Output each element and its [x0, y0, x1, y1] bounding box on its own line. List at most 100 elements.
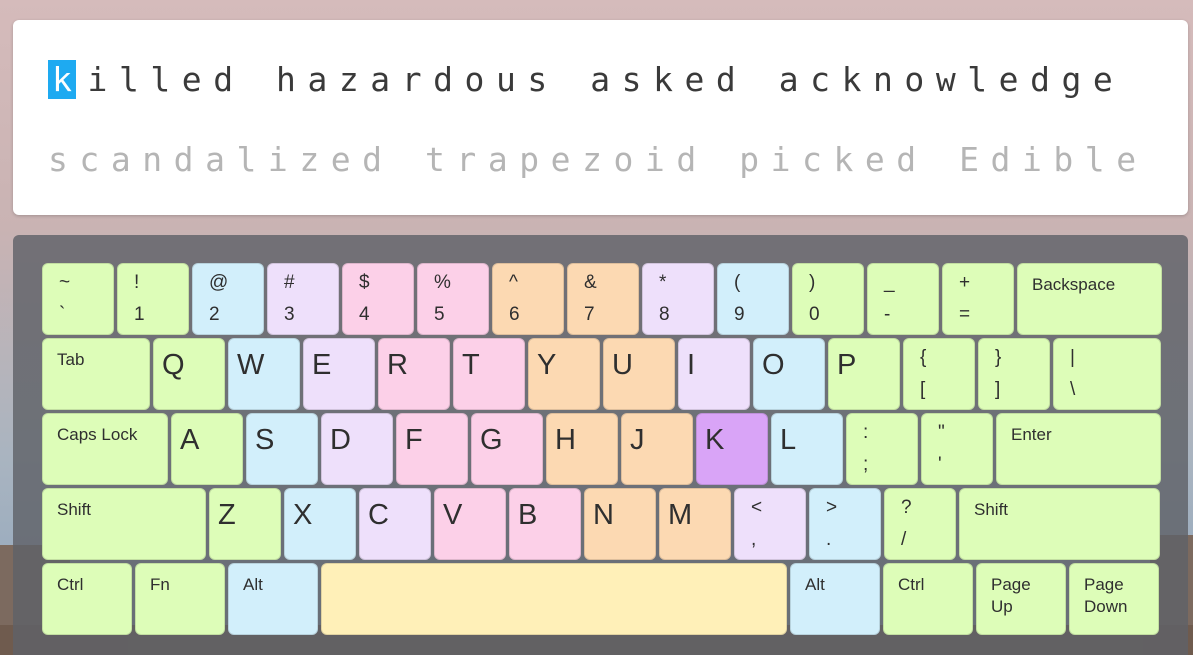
key-label: Backspace — [1032, 275, 1116, 294]
key-k-active[interactable]: K — [696, 413, 768, 485]
key-9[interactable]: (9 — [717, 263, 789, 335]
key-symbol-8[interactable]: <, — [734, 488, 806, 560]
key-shift-symbol: < — [751, 497, 763, 518]
key-base-symbol: 4 — [359, 304, 370, 325]
key-p[interactable]: P — [828, 338, 900, 410]
key-d[interactable]: D — [321, 413, 393, 485]
key-letter: P — [837, 349, 857, 381]
key-label: Alt — [805, 575, 825, 594]
key-shift-symbol: # — [284, 272, 295, 293]
key-1[interactable]: ! 1 — [117, 263, 189, 335]
key-shift[interactable]: Shift — [959, 488, 1160, 560]
key-r[interactable]: R — [378, 338, 450, 410]
key-shift-symbol: { — [920, 347, 927, 368]
typing-text-panel: k illed hazardous asked acknowledge scand… — [13, 20, 1188, 215]
key-shift-symbol: ^ — [509, 272, 518, 293]
key-v[interactable]: V — [434, 488, 506, 560]
key-symbol-11[interactable]: {[ — [903, 338, 975, 410]
key-x[interactable]: X — [284, 488, 356, 560]
key-j[interactable]: J — [621, 413, 693, 485]
key-letter: K — [705, 424, 725, 456]
key-z[interactable]: Z — [209, 488, 281, 560]
key-3[interactable]: #3 — [267, 263, 339, 335]
key-5[interactable]: % 5 — [417, 263, 489, 335]
key-8[interactable]: * 8 — [642, 263, 714, 335]
key-page-down[interactable]: Page Down — [1069, 563, 1159, 635]
key-0[interactable]: ) 0 — [792, 263, 864, 335]
keyboard-row-numbers: ~ `! 1 @2 #3 $4% 5 ^ 6 & 7 * 8(9) 0 _ - + = Backspace — [42, 263, 1162, 335]
key-c[interactable]: C — [359, 488, 431, 560]
key-base-symbol: = — [959, 304, 971, 325]
key-base-symbol: 9 — [734, 304, 745, 325]
key-shift-symbol: " — [938, 422, 945, 443]
key-letter: V — [443, 499, 463, 531]
key-letter: W — [237, 349, 265, 381]
keyboard-row-home: Caps Lock A S D F G H J K L:; " ' Enter — [42, 413, 1161, 485]
key-f[interactable]: F — [396, 413, 468, 485]
key-letter: D — [330, 424, 351, 456]
key-symbol-12[interactable]: + = — [942, 263, 1014, 335]
key-a[interactable]: A — [171, 413, 243, 485]
key-base-symbol: [ — [920, 379, 926, 400]
key-caps-lock[interactable]: Caps Lock — [42, 413, 168, 485]
key-letter: M — [668, 499, 693, 531]
virtual-keyboard: ~ `! 1 @2 #3 $4% 5 ^ 6 & 7 * 8(9) 0 _ - + = Backspace Tab Q… — [13, 235, 1188, 655]
key-l[interactable]: L — [771, 413, 843, 485]
keyboard-row-modifiers: Ctrl Fn Alt Alt Ctrl Page Up Page Down — [42, 563, 1159, 635]
key-shift-symbol: : — [863, 422, 869, 443]
key-label: Alt — [243, 575, 263, 594]
key-shift[interactable]: Shift — [42, 488, 206, 560]
key-ctrl[interactable]: Ctrl — [883, 563, 973, 635]
key-shift-symbol: > — [826, 497, 838, 518]
key-letter: I — [687, 349, 696, 381]
key-letter: A — [180, 424, 200, 456]
key-n[interactable]: N — [584, 488, 656, 560]
key-symbol-10[interactable]: :; — [846, 413, 918, 485]
key-letter: N — [593, 499, 614, 531]
key-symbol-11[interactable]: " ' — [921, 413, 993, 485]
key-4[interactable]: $4 — [342, 263, 414, 335]
key-letter: C — [368, 499, 389, 531]
key-letter: O — [762, 349, 785, 381]
key-q[interactable]: Q — [153, 338, 225, 410]
key-h[interactable]: H — [546, 413, 618, 485]
key-page-up[interactable]: Page Up — [976, 563, 1066, 635]
key-t[interactable]: T — [453, 338, 525, 410]
current-line: k illed hazardous asked acknowledge — [48, 60, 1124, 99]
key-backspace[interactable]: Backspace — [1017, 263, 1162, 335]
key-symbol-11[interactable]: _ - — [867, 263, 939, 335]
key-symbol-9[interactable]: >. — [809, 488, 881, 560]
key-ctrl[interactable]: Ctrl — [42, 563, 132, 635]
key-s[interactable]: S — [246, 413, 318, 485]
current-character: k — [48, 60, 76, 99]
key-letter: L — [780, 424, 797, 456]
key-7[interactable]: & 7 — [567, 263, 639, 335]
key-base-symbol: - — [884, 304, 891, 325]
key-space[interactable] — [321, 563, 787, 635]
key-6[interactable]: ^ 6 — [492, 263, 564, 335]
key-b[interactable]: B — [509, 488, 581, 560]
key-symbol-12[interactable]: }] — [978, 338, 1050, 410]
key-shift-symbol: | — [1070, 347, 1075, 368]
key-2[interactable]: @2 — [192, 263, 264, 335]
key-m[interactable]: M — [659, 488, 731, 560]
key-o[interactable]: O — [753, 338, 825, 410]
key-g[interactable]: G — [471, 413, 543, 485]
key-symbol-13[interactable]: | \ — [1053, 338, 1161, 410]
key-shift-symbol: $ — [359, 272, 370, 293]
key-w[interactable]: W — [228, 338, 300, 410]
key-u[interactable]: U — [603, 338, 675, 410]
key-symbol-0[interactable]: ~ ` — [42, 263, 114, 335]
key-shift-symbol: _ — [884, 272, 895, 293]
key-i[interactable]: I — [678, 338, 750, 410]
key-e[interactable]: E — [303, 338, 375, 410]
key-alt[interactable]: Alt — [790, 563, 880, 635]
key-tab[interactable]: Tab — [42, 338, 150, 410]
key-symbol-10[interactable]: ? / — [884, 488, 956, 560]
key-fn[interactable]: Fn — [135, 563, 225, 635]
key-y[interactable]: Y — [528, 338, 600, 410]
key-enter[interactable]: Enter — [996, 413, 1161, 485]
next-line: scandalized trapezoid picked Edible — [48, 140, 1148, 179]
key-base-symbol: / — [901, 529, 907, 550]
key-alt[interactable]: Alt — [228, 563, 318, 635]
